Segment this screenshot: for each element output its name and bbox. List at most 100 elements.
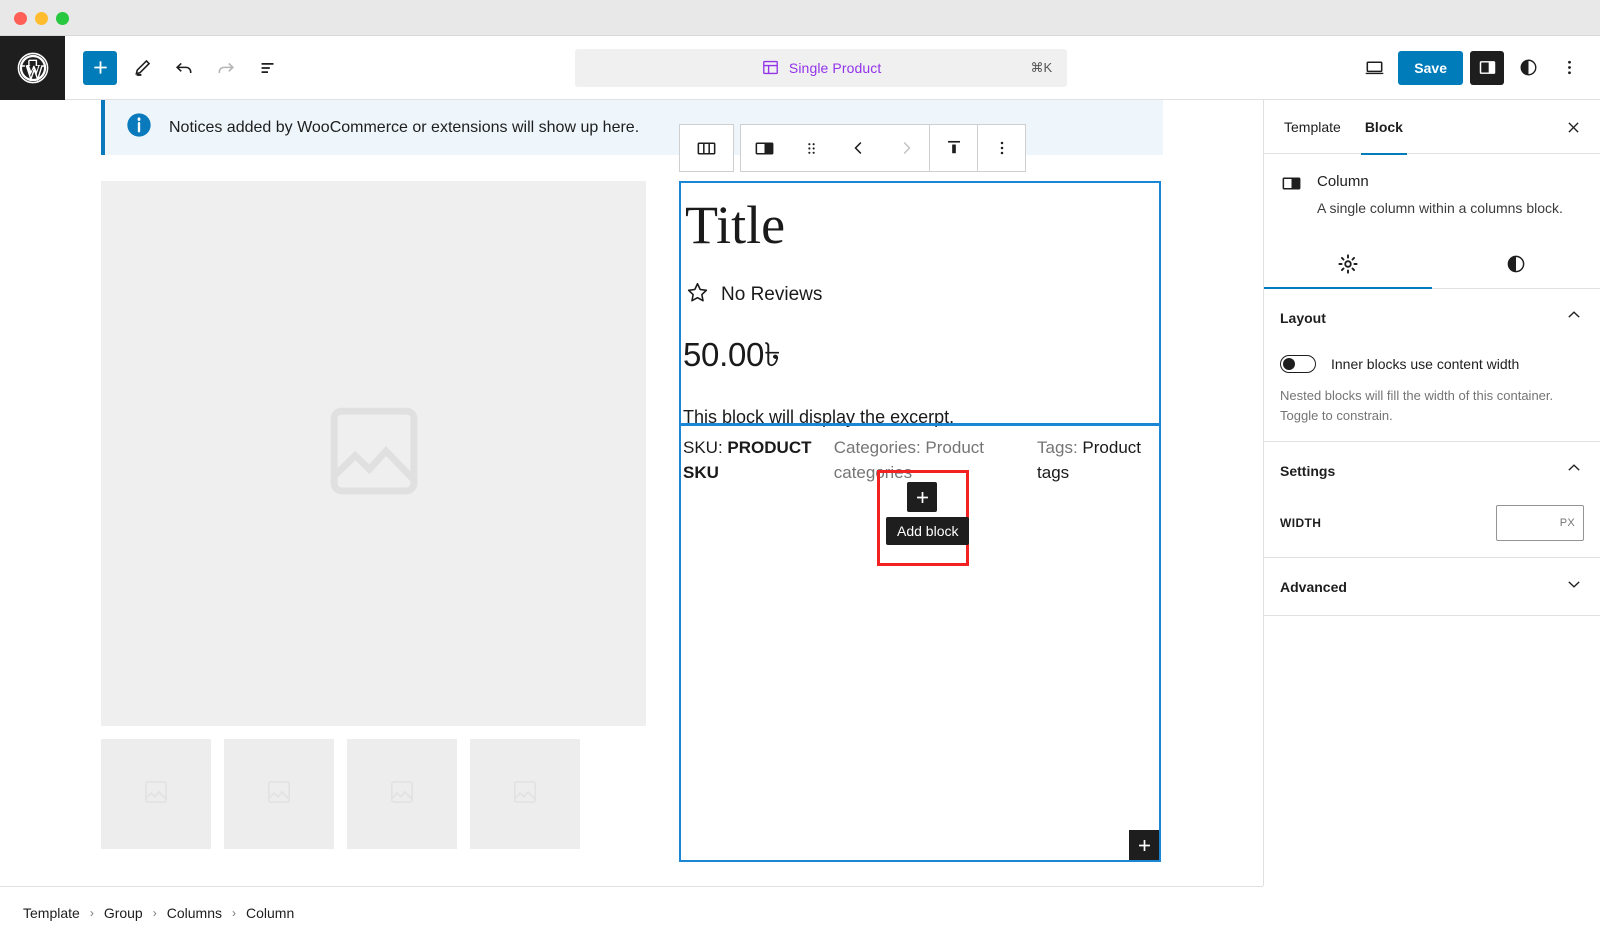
panel-settings-header[interactable]: Settings bbox=[1280, 458, 1584, 483]
product-excerpt[interactable]: This block will display the excerpt. bbox=[681, 385, 1159, 428]
more-options-button[interactable] bbox=[1552, 51, 1586, 85]
add-block-button[interactable] bbox=[83, 50, 117, 85]
info-icon bbox=[125, 111, 153, 144]
block-name: Column bbox=[1317, 173, 1369, 190]
sku-label: SKU: bbox=[683, 438, 723, 457]
image-placeholder-icon bbox=[265, 778, 293, 811]
tab-template[interactable]: Template bbox=[1280, 100, 1345, 154]
inline-add-block-button[interactable] bbox=[907, 482, 937, 512]
tab-styles[interactable] bbox=[1432, 240, 1600, 288]
sidebar-inner-tabs bbox=[1264, 240, 1600, 290]
breadcrumb-item-column[interactable]: Column bbox=[246, 905, 294, 921]
parent-block-group bbox=[679, 124, 734, 172]
panel-settings: Settings WIDTH PX bbox=[1264, 442, 1600, 559]
select-parent-columns-button[interactable] bbox=[683, 125, 730, 171]
panel-advanced-title: Advanced bbox=[1280, 578, 1347, 595]
product-thumbnail[interactable] bbox=[470, 739, 580, 849]
toggle-knob bbox=[1283, 358, 1295, 371]
width-label: WIDTH bbox=[1280, 516, 1322, 531]
image-placeholder-icon bbox=[319, 396, 429, 511]
toolbar-left-group bbox=[65, 50, 285, 85]
block-toolbar bbox=[679, 124, 1026, 172]
product-rating[interactable]: No Reviews bbox=[681, 254, 1159, 311]
move-left-button[interactable] bbox=[835, 125, 882, 171]
product-price[interactable]: 50.00৳ bbox=[681, 311, 1159, 385]
tab-settings[interactable] bbox=[1264, 240, 1432, 290]
wordpress-logo-icon[interactable]: W bbox=[0, 35, 65, 100]
product-sku[interactable]: SKU: PRODUCT SKU bbox=[683, 436, 834, 485]
list-view-icon bbox=[261, 62, 274, 73]
minimize-window-button[interactable] bbox=[35, 12, 48, 25]
image-placeholder-icon bbox=[388, 778, 416, 811]
width-unit: PX bbox=[1559, 517, 1575, 530]
sidebar-panel-icon bbox=[1479, 61, 1495, 74]
panel-layout: Layout Inner blocks use content width Ne… bbox=[1264, 289, 1600, 443]
kebab-menu-icon bbox=[1000, 141, 1003, 155]
sidebar-tabs: Template Block bbox=[1264, 100, 1600, 155]
undo-button[interactable] bbox=[167, 51, 201, 85]
drag-handle-icon bbox=[808, 142, 815, 154]
inner-blocks-content-width-toggle[interactable] bbox=[1280, 355, 1316, 374]
breadcrumb-item-columns[interactable]: Columns bbox=[167, 905, 222, 921]
block-type-button[interactable] bbox=[741, 125, 788, 171]
product-tags[interactable]: Tags: Product tags bbox=[1037, 436, 1161, 485]
vertical-align-button[interactable] bbox=[930, 125, 977, 171]
add-block-tooltip: Add block bbox=[886, 517, 970, 545]
desktop-icon bbox=[1365, 61, 1384, 75]
chevron-up-icon bbox=[1564, 458, 1584, 483]
contrast-icon bbox=[1507, 255, 1525, 273]
move-right-button[interactable] bbox=[882, 125, 929, 171]
styles-button[interactable] bbox=[1511, 51, 1545, 85]
breadcrumb-separator: › bbox=[89, 905, 94, 920]
block-insertion-line bbox=[679, 423, 1161, 426]
drag-handle-button[interactable] bbox=[788, 125, 835, 171]
inner-blocks-help-text: Nested blocks will fill the width of thi… bbox=[1280, 388, 1554, 423]
block-appender-button[interactable] bbox=[1129, 830, 1159, 860]
editor-window: W Single Product ⌘K Save Notices added b… bbox=[0, 0, 1600, 938]
product-gallery bbox=[101, 181, 646, 849]
pencil-icon bbox=[134, 59, 150, 76]
block-options-button[interactable] bbox=[978, 125, 1025, 171]
tab-block[interactable]: Block bbox=[1360, 100, 1408, 155]
image-placeholder-icon bbox=[511, 778, 539, 811]
breadcrumb-item-template[interactable]: Template bbox=[23, 905, 80, 921]
toolbar-center-group: Single Product ⌘K bbox=[285, 48, 1357, 87]
tags-label: Tags: bbox=[1037, 438, 1078, 457]
plus-icon bbox=[1138, 839, 1150, 851]
panel-layout-header[interactable]: Layout bbox=[1280, 305, 1584, 330]
settings-sidebar-toggle[interactable] bbox=[1470, 50, 1504, 85]
product-title[interactable]: Title bbox=[681, 183, 1159, 254]
view-device-button[interactable] bbox=[1357, 51, 1391, 85]
product-thumbnail[interactable] bbox=[347, 739, 457, 849]
close-sidebar-button[interactable] bbox=[1560, 114, 1586, 140]
editor-canvas: Notices added by WooCommerce or extensio… bbox=[0, 100, 1263, 886]
product-main-image[interactable] bbox=[101, 181, 646, 726]
redo-button[interactable] bbox=[209, 51, 243, 85]
close-icon bbox=[1567, 121, 1579, 133]
panel-advanced-header[interactable]: Advanced bbox=[1280, 574, 1584, 599]
maximize-window-button[interactable] bbox=[56, 12, 69, 25]
product-thumbnail[interactable] bbox=[101, 739, 211, 849]
column-icon bbox=[1280, 172, 1303, 218]
width-input[interactable]: PX bbox=[1496, 505, 1584, 542]
breadcrumb-item-group[interactable]: Group bbox=[104, 905, 143, 921]
chevron-left-icon bbox=[853, 142, 861, 154]
plus-icon bbox=[93, 61, 107, 74]
contrast-icon bbox=[1520, 59, 1536, 76]
toolbar-right-group: Save bbox=[1357, 50, 1600, 85]
image-placeholder-icon bbox=[142, 778, 170, 811]
close-window-button[interactable] bbox=[14, 12, 27, 25]
breadcrumb-separator: › bbox=[152, 905, 157, 920]
selected-column-block[interactable]: Title No Reviews 50.00৳ This block will … bbox=[679, 181, 1161, 862]
document-bar[interactable]: Single Product ⌘K bbox=[575, 48, 1068, 87]
list-view-button[interactable] bbox=[251, 51, 285, 85]
notice-text: Notices added by WooCommerce or extensio… bbox=[169, 118, 640, 136]
chevron-up-icon bbox=[1564, 305, 1584, 330]
star-outline-icon bbox=[685, 280, 710, 311]
edit-mode-button[interactable] bbox=[125, 51, 159, 85]
width-setting-row: WIDTH PX bbox=[1280, 505, 1584, 542]
product-thumbnail[interactable] bbox=[224, 739, 334, 849]
save-button[interactable]: Save bbox=[1398, 50, 1463, 85]
block-info: Column A single column within a columns … bbox=[1264, 154, 1600, 218]
breadcrumb-separator: › bbox=[231, 905, 236, 920]
